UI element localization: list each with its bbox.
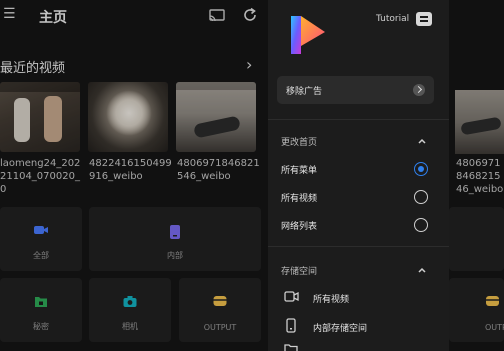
remove-ads-button[interactable]: 移除广告 [277,76,434,104]
recent-videos-title: 最近的视频 [0,61,66,76]
tutorial-label[interactable]: Tutorial [376,14,409,24]
tile-label: 内部 [167,251,183,260]
video-caption: 4806971846821546_weibo [177,158,260,182]
folder-tile-camera[interactable]: 相机 [89,278,171,342]
storage-section-title: 存储空间 [281,267,318,277]
recent-videos-more-chevron-icon[interactable]: › [246,55,252,74]
folder-tile-internal[interactable]: 内部 [89,207,261,271]
folder-tile-all[interactable]: 全部 [0,207,82,271]
radio[interactable] [414,190,428,204]
app-logo-icon [291,16,325,54]
tutorial-icon[interactable] [416,12,432,26]
video-camera-icon [284,291,299,302]
phone-icon [170,225,180,239]
refresh-icon[interactable] [242,7,258,23]
video-caption: 4822416150499916_weibo [89,158,172,182]
chevron-up-icon[interactable] [417,136,427,146]
menu-icon[interactable]: ☰ [3,6,16,22]
video-thumbnail[interactable] [88,82,168,152]
camera-icon [123,296,137,307]
video-thumbnail[interactable] [176,82,256,152]
storage-item-label[interactable]: 内部存储空间 [313,321,367,334]
radio[interactable] [414,218,428,232]
home-option-label[interactable]: 所有视频 [281,191,317,204]
home-option-label[interactable]: 所有菜单 [281,163,317,176]
arrow-right-icon [413,84,425,96]
chevron-up-icon[interactable] [417,265,427,275]
storage-item-label[interactable]: 所有视频 [313,292,349,305]
tile-label: OUTPUT [203,323,237,332]
video-icon [34,226,48,234]
video-thumbnail[interactable] [455,90,504,154]
tile-label: 全部 [33,251,49,260]
page-title: 主页 [39,10,67,26]
tile-label: 秘密 [33,322,49,331]
folder-tile-internal-partial[interactable] [449,207,504,271]
output-folder-icon [213,296,227,306]
video-caption: laomeng24_20221104_070020_0 [0,158,81,195]
cast-icon[interactable] [209,9,225,22]
change-home-section-title: 更改首页 [281,138,318,148]
folder-tile-output[interactable]: OUTPUT [179,278,261,342]
home-option-label[interactable]: 网络列表 [281,219,317,232]
folder-tile-private[interactable]: 秘密 [0,278,82,342]
home-top-bar: ☰ 主页 [0,0,268,36]
tile-label: OUTP [485,323,504,332]
folder-tile-output-partial[interactable]: OUTP [449,278,504,342]
tile-label: 相机 [122,322,138,331]
navigation-drawer: Tutorial 移除广告 更改首页 所有菜单 所有视频 网络列表 存储空间 所… [268,0,449,351]
remove-ads-label: 移除广告 [286,87,323,97]
video-caption: 4806971846821546_weibo [456,158,504,195]
divider [268,119,449,120]
divider [268,246,449,247]
output-folder-icon [486,296,499,306]
radio-selected[interactable] [414,162,428,176]
phone-storage-icon [286,318,296,333]
folder-icon [284,344,298,351]
video-thumbnail[interactable] [0,82,80,152]
secure-folder-icon [35,297,47,307]
